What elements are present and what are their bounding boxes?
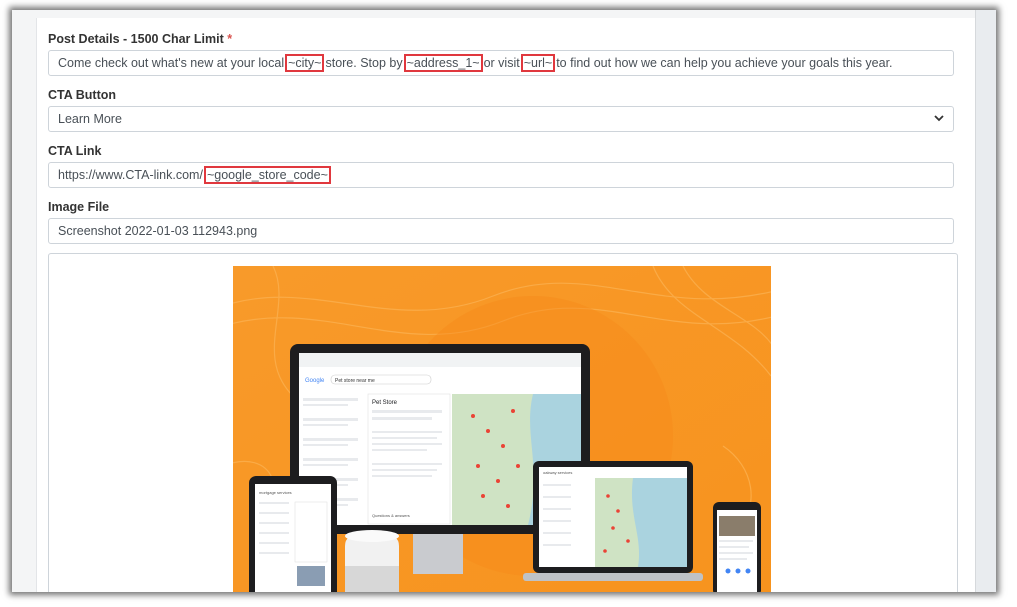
post-text-part: Come check out what's new at your local [58,56,285,70]
post-details-label: Post Details - 1500 Char Limit * [48,32,232,46]
laptop-panel-title: Pet Store [372,400,398,406]
address-token-highlight: ~address_1~ [403,54,483,72]
image-file-name: Screenshot 2022-01-03 112943.png [58,224,258,238]
cta-button-selected: Learn More [58,112,122,126]
cta-link-label: CTA Link [48,144,102,158]
required-mark: * [227,32,233,46]
laptop-search-text: Pet store near me [335,378,375,384]
post-details-input[interactable]: Come check out what's new at your local … [48,50,954,76]
scrollbar-track[interactable] [975,10,996,592]
cta-link-prefix: https://www.CTA-link.com/ [58,168,203,182]
google-logo: Google [305,378,325,384]
laptop-device: oakway services [523,461,703,581]
tablet-search-text: mortgage services [259,490,292,495]
post-text-part: or visit [483,56,520,70]
store-code-token-highlight: ~google_store_code~ [203,166,331,184]
cta-link-input[interactable]: https://www.CTA-link.com/ ~google_store_… [48,162,954,188]
tablet-device: mortgage services [249,476,337,592]
window-frame: Post Details - 1500 Char Limit * Come ch… [12,10,996,592]
cta-button-select[interactable]: Learn More [48,106,954,132]
small-search-text: oakway services [543,470,572,475]
phone-device [713,502,761,592]
post-text-part: store. Stop by [325,56,403,70]
promo-illustration: Google Pet store near me Pet Store Quest… [233,266,771,592]
post-details-label-text: Post Details - 1500 Char Limit [48,32,224,46]
smart-speaker [345,530,399,592]
url-token-highlight: ~url~ [520,54,556,72]
city-token-highlight: ~city~ [285,54,325,72]
chevron-down-icon [934,115,944,122]
image-file-label: Image File [48,200,110,214]
image-file-input[interactable]: Screenshot 2022-01-03 112943.png [48,218,954,244]
cta-button-label: CTA Button [48,88,117,102]
laptop-footer-text: Questions & answers [372,513,410,518]
promo-image: Google Pet store near me Pet Store Quest… [233,266,771,592]
post-text-part: to find out how we can help you achieve … [556,56,893,70]
